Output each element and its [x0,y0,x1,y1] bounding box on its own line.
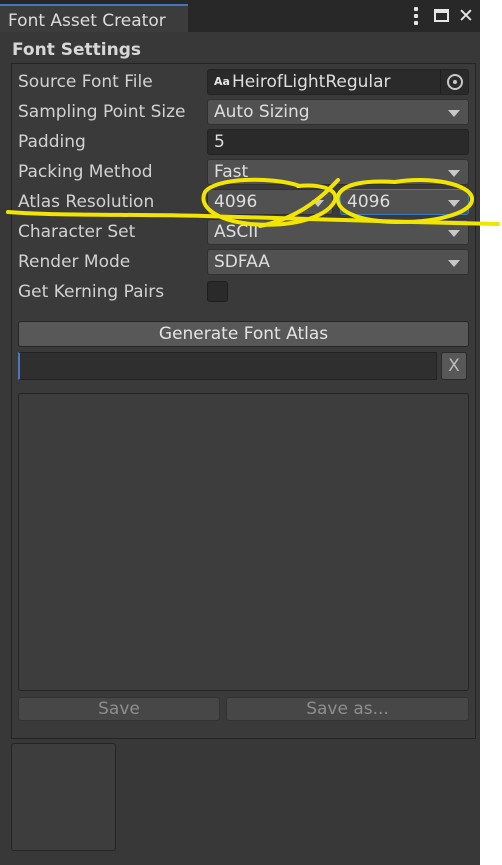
chevron-down-icon [448,260,460,267]
cancel-generation-button[interactable]: X [441,352,467,380]
window-edge [480,0,502,865]
source-font-file-value: HeirofLightRegular [231,72,391,92]
sampling-point-size-value: Auto Sizing [214,102,310,122]
padding-label: Padding [18,132,86,152]
packing-method-value: Fast [214,162,249,182]
save-button[interactable]: Save [18,697,220,721]
atlas-height-value: 4096 [347,192,391,212]
atlas-preview-area [11,743,116,851]
render-mode-dropdown[interactable]: SDFAA [207,249,469,275]
render-mode-value: SDFAA [214,252,270,272]
padding-value: 5 [214,132,225,152]
source-font-file-label: Source Font File [18,72,153,92]
padding-input[interactable]: 5 [207,129,469,155]
atlas-width-dropdown[interactable]: 4096 [207,189,333,215]
sampling-point-size-label: Sampling Point Size [18,102,186,122]
tab-bar: Font Asset Creator ✕ [0,0,480,32]
kebab-menu-icon[interactable] [406,6,426,26]
maximize-icon[interactable] [432,6,452,26]
atlas-resolution-label: Atlas Resolution [18,192,155,212]
tab-font-asset-creator[interactable]: Font Asset Creator [0,4,188,32]
render-mode-label: Render Mode [18,252,131,272]
sampling-point-size-dropdown[interactable]: Auto Sizing [207,99,469,125]
character-set-label: Character Set [18,222,136,242]
chevron-down-icon [448,230,460,237]
close-icon[interactable]: ✕ [456,6,476,26]
chevron-down-icon [448,170,460,177]
generate-font-atlas-button[interactable]: Generate Font Atlas [18,321,469,347]
source-font-file-field[interactable]: Aa HeirofLightRegular [207,69,469,95]
atlas-width-value: 4096 [214,192,258,212]
save-as-button[interactable]: Save as... [226,697,469,721]
get-kerning-pairs-checkbox[interactable] [207,281,228,302]
packing-method-dropdown[interactable]: Fast [207,159,469,185]
chevron-down-icon [448,110,460,117]
chevron-down-icon [448,200,460,207]
character-set-dropdown[interactable]: ASCII [207,219,469,245]
get-kerning-pairs-label: Get Kerning Pairs [18,282,165,302]
chevron-down-icon [312,200,324,207]
packing-method-label: Packing Method [18,162,153,182]
atlas-height-dropdown[interactable]: 4096 [340,189,469,215]
section-title: Font Settings [12,40,141,60]
character-set-value: ASCII [214,222,259,242]
generation-progress-bar [18,352,437,380]
font-asset-creator-window: Font Asset Creator ✕ Font Settings Sourc… [0,0,480,865]
object-picker-icon[interactable] [440,70,468,94]
output-info-textarea[interactable] [18,393,469,691]
font-asset-icon: Aa [214,75,230,88]
